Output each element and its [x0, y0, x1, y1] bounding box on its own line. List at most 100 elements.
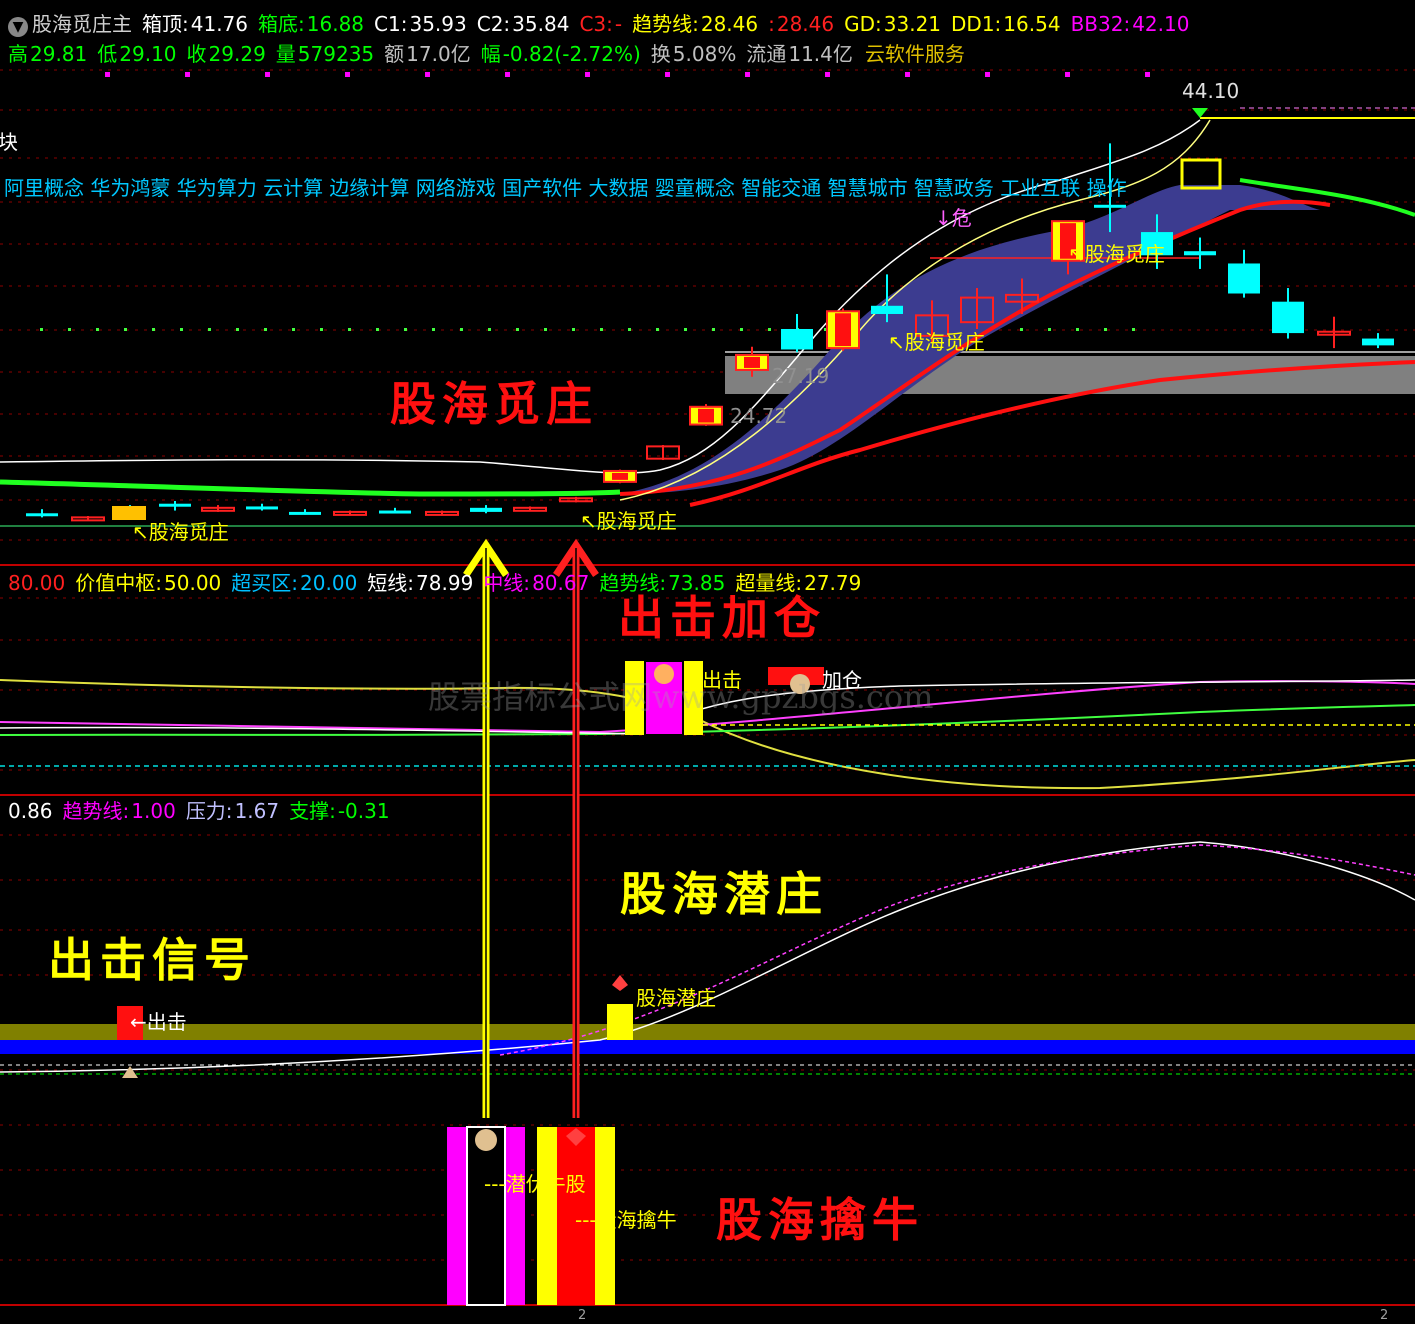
marker-dot — [320, 328, 323, 331]
tag-latent: 股海潜庄 — [636, 986, 716, 1010]
row2-item: 幅 -0.82(-2.72%) — [480, 42, 641, 66]
high-price-label: 44.10 — [1182, 79, 1240, 103]
annotation-strike-signal: 出击信号 — [48, 933, 256, 987]
marker-dot — [1020, 328, 1023, 331]
candle-fill — [612, 472, 628, 480]
butterfly-icon — [612, 975, 628, 991]
sector-label: 块 — [0, 130, 18, 154]
blue-band — [0, 1040, 1415, 1054]
box-high-label: 27.19 — [772, 364, 830, 388]
candle-fill — [835, 313, 851, 347]
tag-catch-bull: ---股海擒牛 — [575, 1208, 677, 1232]
p2hdr-item: 80.00 — [8, 571, 66, 595]
tag-latent-bull: ---潜伏牛股 — [484, 1172, 586, 1196]
bar-latent-bull-inner — [466, 1126, 506, 1306]
header-row1: ▼ 股海觅庄主 箱顶: 41.76 箱底: 16.88 C1: 35.93 C2: 35.84 C3… — [8, 12, 1209, 37]
row1-item: C3: - — [579, 12, 623, 36]
money-bag-icon — [475, 1129, 497, 1151]
concept-list: 阿里概念 华为鸿蒙 华为算力 云计算 边缘计算 网络游戏 国产软件 大数据 婴童… — [4, 176, 1127, 200]
row2-item: 低 29.10 — [97, 42, 177, 66]
marker-dot — [745, 72, 750, 77]
row1-values: 箱顶: 41.76 箱底: 16.88 C1: 35.93 C2: 35.84 C3: - 趋势线:… — [142, 12, 1199, 36]
highlight-candle — [1180, 158, 1222, 190]
marker-dot — [460, 328, 463, 331]
marker-dot — [572, 328, 575, 331]
p3hdr-item: 支撑: -0.31 — [289, 799, 390, 823]
row1-item: BB32: 42.10 — [1070, 12, 1190, 36]
axis-mark-1: 2 — [578, 1308, 587, 1323]
indicator-name[interactable]: 股海觅庄主 — [32, 12, 132, 36]
p2hdr-item: 短线: 78.99 — [367, 571, 474, 595]
marker-dot — [40, 328, 43, 331]
annotation-mi-zhuang: 股海觅庄 — [390, 377, 598, 431]
dropdown-icon[interactable]: ▼ — [8, 17, 28, 37]
candle-down — [781, 328, 813, 350]
row2-item: 量 579235 — [275, 42, 375, 66]
candle-down — [1228, 263, 1260, 294]
axis-mark-2: 2 — [1380, 1308, 1389, 1323]
marker-dot — [432, 328, 435, 331]
marker-dot — [665, 72, 670, 77]
row1-item: 趋势线: 28.46 — [632, 12, 759, 36]
p3hdr-item: 0.86 — [8, 799, 53, 823]
candle-down — [1362, 338, 1394, 346]
annotation-add-position: 出击加仓 — [618, 591, 826, 645]
watermark: 股票指标公式网www.gpzbgs.com — [428, 678, 934, 716]
marker-dot — [68, 328, 71, 331]
marker-dot — [185, 72, 190, 77]
marker-dot — [1076, 328, 1079, 331]
candle-down — [289, 511, 321, 515]
marker-dot — [516, 328, 519, 331]
row2-item: 高 29.81 — [8, 42, 88, 66]
row2-item: 额 17.0亿 — [384, 42, 471, 66]
row2-item: 流通 11.4亿 — [746, 42, 853, 66]
marker-dot — [656, 328, 659, 331]
marker-dot — [348, 328, 351, 331]
marker-dot — [264, 328, 267, 331]
candle-down — [871, 305, 903, 314]
marker-dot — [712, 328, 715, 331]
p3hdr-item: 趋势线: 1.00 — [62, 799, 176, 823]
marker-dot — [905, 72, 910, 77]
tag-strike-left: ←出击 — [130, 1010, 187, 1034]
marker-dot — [628, 328, 631, 331]
marker-dot — [345, 72, 350, 77]
panel3-header: 0.86 趋势线: 1.00 压力: 1.67 支撑: -0.31 — [6, 799, 400, 823]
row1-item: C2: 35.84 — [476, 12, 570, 36]
candle-down — [379, 510, 411, 514]
tag-upper-mi: ↖股海觅庄 — [888, 330, 985, 354]
box-low-label: 24.72 — [730, 404, 788, 428]
latent-block — [607, 1004, 633, 1040]
row2-item: 云软件服务 — [864, 42, 965, 66]
row1-item: DD1: 16.54 — [951, 12, 1061, 36]
green-down-arrow — [1192, 108, 1208, 118]
p2hdr-item: 中线: 80.67 — [483, 571, 590, 595]
marker-dot — [1104, 328, 1107, 331]
candle-down — [1094, 204, 1126, 208]
marker-dot — [1132, 328, 1135, 331]
money-bag-small-icon — [122, 1066, 138, 1078]
marker-dot — [208, 328, 211, 331]
marker-dot — [96, 328, 99, 331]
candle-down — [159, 503, 191, 507]
olive-band — [0, 1024, 1415, 1040]
candle-down — [246, 506, 278, 510]
marker-dot — [152, 328, 155, 331]
marker-dot — [105, 72, 110, 77]
tag-danger: ↓危 — [935, 206, 972, 230]
marker-dot — [585, 72, 590, 77]
candle-down — [1184, 251, 1216, 256]
marker-dot — [124, 328, 127, 331]
green-line — [0, 479, 621, 497]
candle-down — [26, 513, 58, 517]
tag-top-mi: ↖股海觅庄 — [1068, 242, 1165, 266]
marker-dot — [236, 328, 239, 331]
marker-dot — [505, 72, 510, 77]
marker-dot — [825, 72, 830, 77]
marker-dot — [740, 328, 743, 331]
header-row2: 高 29.81 低 29.10 收 29.29 量 579235 额 17.0亿幅 -0.82(-2… — [8, 42, 975, 66]
row2-item: 收 29.29 — [186, 42, 266, 66]
candle-down — [470, 507, 502, 512]
marker-dot — [488, 328, 491, 331]
marker-dot — [684, 328, 687, 331]
